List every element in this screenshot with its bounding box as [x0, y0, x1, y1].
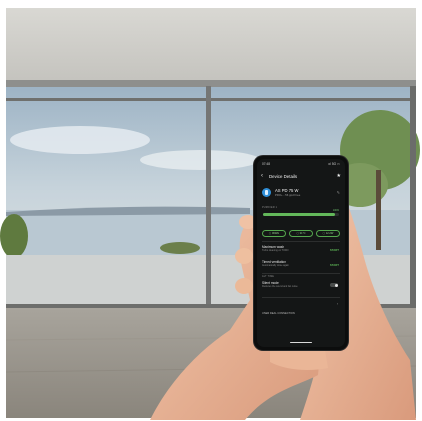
screen-title: Device Details: [269, 173, 298, 179]
divider: [262, 273, 340, 274]
status-bar: 07:48 •ıl 5G ▭: [262, 162, 340, 167]
pencil-icon[interactable]: ✎: [337, 190, 340, 195]
silent-mode-toggle[interactable]: [330, 283, 338, 287]
bush: [0, 214, 28, 258]
phone-screen: 07:48 •ıl 5G ▭ ‹ Device Details ★ AS PD …: [257, 159, 345, 347]
list-item[interactable]: Maximum wash Turbo cleaning on TODO STAR…: [262, 245, 340, 257]
chevron-right-icon: ›: [336, 302, 338, 306]
divider: [262, 241, 340, 242]
app-bar: ‹ Device Details ★: [261, 171, 341, 181]
stat-pills: ▢ 96WH ▢ 31°C ▢ 12.2W: [262, 230, 340, 237]
more-row[interactable]: USER DEAL CONNECTION ›: [262, 301, 340, 315]
filter-value: 100%: [332, 209, 339, 212]
status-indicators: •ıl 5G ▭: [328, 162, 340, 166]
list-item[interactable]: Timed ventilation Automatically close ag…: [262, 260, 340, 272]
more-label: USER DEAL CONNECTION: [262, 312, 295, 315]
stat-pill[interactable]: ▢ 12.2W: [316, 230, 340, 237]
star-icon[interactable]: ★: [337, 173, 341, 179]
stat-pill[interactable]: ▢ 96WH: [262, 230, 286, 237]
start-button[interactable]: START: [330, 248, 339, 252]
filter-progress-bar: [263, 213, 339, 216]
start-button[interactable]: START: [330, 263, 339, 267]
photo-scene: 07:48 •ıl 5G ▭ ‹ Device Details ★ AS PD …: [0, 0, 422, 421]
device-header: AS PD 75 W PRO+ - 56 ppd Free ✎: [262, 185, 340, 199]
section-label: PURIFIER 1: [262, 206, 278, 209]
silent-mode-subtitle: Reduces the sound and fan noise: [262, 285, 298, 288]
window-frame: [206, 86, 211, 308]
silent-mode-row[interactable]: Silent mode Reduces the sound and fan no…: [262, 281, 340, 293]
stat-pill[interactable]: ▢ 31°C: [289, 230, 313, 237]
smartphone: 07:48 •ıl 5G ▭ ‹ Device Details ★ AS PD …: [254, 156, 348, 350]
mode-section-label: ALT TIME: [262, 275, 275, 278]
row-subtitle: Automatically close again: [262, 264, 289, 267]
divider: [262, 297, 340, 298]
chevron-left-icon[interactable]: ‹: [261, 171, 269, 181]
purifier-icon: [262, 187, 271, 197]
home-indicator[interactable]: [290, 341, 312, 343]
ceiling: [6, 8, 416, 86]
filter-progress-fill: [263, 213, 336, 216]
row-subtitle: Turbo cleaning on TODO: [262, 249, 289, 252]
room-background: [0, 8, 420, 420]
device-subtitle: PRO+ - 56 ppd Free: [275, 192, 301, 197]
status-time: 07:48: [262, 162, 270, 166]
